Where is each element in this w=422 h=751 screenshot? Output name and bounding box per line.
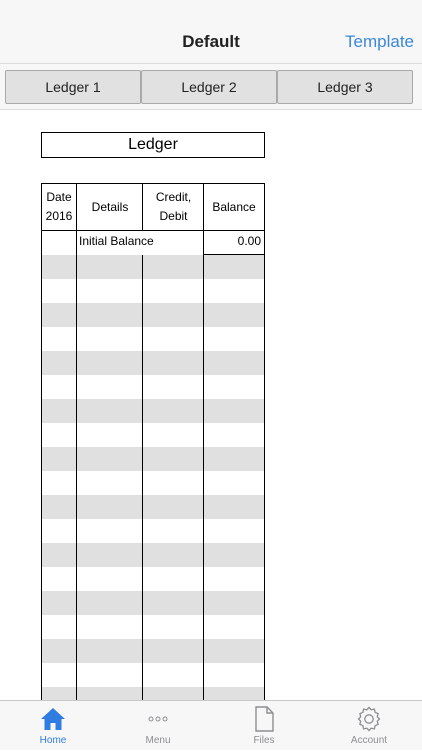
tab-ledger-1[interactable]: Ledger 1 — [5, 70, 141, 104]
column-divider — [76, 184, 77, 700]
header-balance: Balance — [204, 184, 264, 230]
tabbar-item-files[interactable]: Files — [224, 701, 304, 751]
column-divider — [203, 184, 204, 700]
balance-underline — [203, 254, 264, 255]
gear-icon — [357, 706, 381, 732]
header-date-label: Date — [46, 190, 72, 204]
tab-ledger-3[interactable]: Ledger 3 — [277, 70, 413, 104]
header-balance-label: Balance — [212, 199, 256, 214]
tabbar-label-home: Home — [39, 735, 67, 746]
tabbar-label-account: Account — [350, 735, 388, 746]
tab-bar: Home Menu Files Account — [0, 700, 422, 750]
header-date-year: 2016 — [45, 209, 73, 223]
header-credit-debit: Credit, Debit — [143, 184, 204, 230]
tabbar-label-files: Files — [253, 735, 275, 746]
navigation-bar: Default Template — [0, 0, 422, 64]
column-divider — [142, 184, 143, 230]
tab-ledger-2[interactable]: Ledger 2 — [141, 70, 277, 104]
ledger-table: Date 2016 Details Credit, Debit Balance … — [41, 183, 265, 701]
tabbar-item-menu[interactable]: Menu — [118, 701, 198, 751]
home-icon — [41, 708, 65, 730]
file-icon — [255, 706, 274, 732]
header-debit-label: Debit — [159, 209, 188, 223]
tabbar-label-menu: Menu — [145, 735, 171, 746]
ledger-tabs: Ledger 1 Ledger 2 Ledger 3 — [0, 64, 422, 110]
header-details-label: Details — [91, 199, 129, 214]
header-credit-label: Credit, — [155, 190, 192, 204]
ellipsis-icon — [148, 716, 168, 722]
ledger-title: Ledger — [41, 132, 265, 158]
template-button[interactable]: Template — [345, 32, 414, 52]
header-date: Date 2016 — [42, 184, 76, 230]
column-divider — [142, 255, 143, 700]
initial-balance-value[interactable]: 0.00 — [238, 234, 261, 248]
initial-balance-label: Initial Balance — [79, 234, 154, 248]
tabbar-item-account[interactable]: Account — [329, 701, 409, 751]
tabbar-item-home[interactable]: Home — [13, 701, 93, 751]
header-details: Details — [77, 184, 143, 230]
